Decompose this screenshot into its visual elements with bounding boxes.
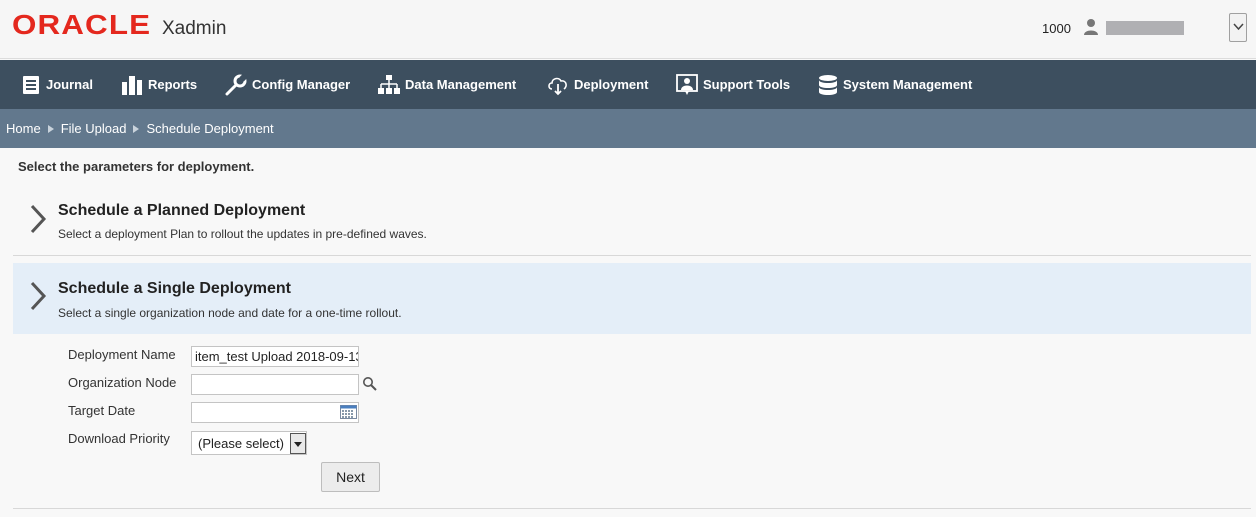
download-priority-label: Download Priority: [68, 431, 170, 446]
target-date-label: Target Date: [68, 403, 136, 418]
breadcrumb-home[interactable]: Home: [6, 121, 41, 136]
nav-label: Support Tools: [703, 77, 791, 92]
nav-label: Reports: [148, 77, 198, 92]
support-icon: [676, 73, 698, 95]
divider: [13, 508, 1251, 509]
header-bar: ORACLE Xadmin 1000: [0, 0, 1256, 59]
oracle-logo: ORACLE: [12, 9, 152, 40]
nav-label: System Management: [843, 77, 973, 92]
nav-deployment[interactable]: Deployment: [547, 60, 648, 109]
page-instructions: Select the parameters for deployment.: [18, 159, 255, 174]
planned-deployment-option[interactable]: Schedule a Planned Deployment Select a d…: [13, 192, 1251, 256]
user-menu-button[interactable]: [1229, 13, 1247, 42]
single-deployment-title: Schedule a Single Deployment: [58, 280, 291, 297]
wrench-icon: [225, 73, 247, 95]
search-icon[interactable]: [362, 376, 377, 391]
nav-reports[interactable]: Reports: [121, 60, 197, 109]
chevron-right-icon: [30, 204, 47, 234]
nav-label: Deployment: [574, 77, 649, 92]
chevron-down-icon: [1233, 23, 1244, 31]
breadcrumb: Home File Upload Schedule Deployment: [0, 109, 1256, 148]
dropdown-arrow-icon[interactable]: [290, 433, 306, 454]
nav-label: Data Management: [405, 77, 517, 92]
nav-data-management[interactable]: Data Management: [378, 60, 516, 109]
breadcrumb-file-upload[interactable]: File Upload: [61, 121, 127, 136]
calendar-icon[interactable]: [340, 405, 357, 419]
nav-support-tools[interactable]: Support Tools: [676, 60, 790, 109]
chevron-right-icon: [30, 281, 47, 311]
planned-deployment-description: Select a deployment Plan to rollout the …: [58, 227, 427, 241]
target-date-input[interactable]: [191, 402, 359, 423]
nav-config-manager[interactable]: Config Manager: [225, 60, 350, 109]
cloud-download-icon: [548, 77, 567, 95]
user-name-redacted: [1106, 21, 1184, 35]
organization-node-input[interactable]: [191, 374, 359, 395]
database-icon: [819, 74, 837, 95]
nav-label: Config Manager: [252, 77, 351, 92]
breadcrumb-separator-icon: [133, 124, 140, 133]
user-icon: [1084, 19, 1098, 35]
user-id: 1000: [1042, 21, 1071, 36]
next-button[interactable]: Next: [321, 462, 380, 492]
breadcrumb-separator-icon: [47, 124, 54, 133]
nav-system-management[interactable]: System Management: [818, 60, 972, 109]
nav-label: Journal: [46, 77, 93, 92]
bar-chart-icon: [122, 75, 142, 95]
planned-deployment-title: Schedule a Planned Deployment: [58, 202, 306, 219]
single-deployment-option[interactable]: Schedule a Single Deployment Select a si…: [13, 263, 1251, 334]
deployment-name-label: Deployment Name: [68, 347, 176, 362]
app-name: Xadmin: [162, 18, 227, 39]
main-nav: Journal Reports Config Manager Data Mana…: [0, 60, 1256, 109]
hierarchy-icon: [378, 74, 400, 94]
organization-node-label: Organization Node: [68, 375, 177, 390]
deployment-name-input[interactable]: item_test Upload 2018-09-13: [191, 346, 359, 367]
nav-journal[interactable]: Journal: [21, 60, 93, 109]
single-deployment-description: Select a single organization node and da…: [58, 306, 402, 320]
journal-icon: [23, 75, 39, 94]
breadcrumb-current: Schedule Deployment: [146, 121, 274, 136]
